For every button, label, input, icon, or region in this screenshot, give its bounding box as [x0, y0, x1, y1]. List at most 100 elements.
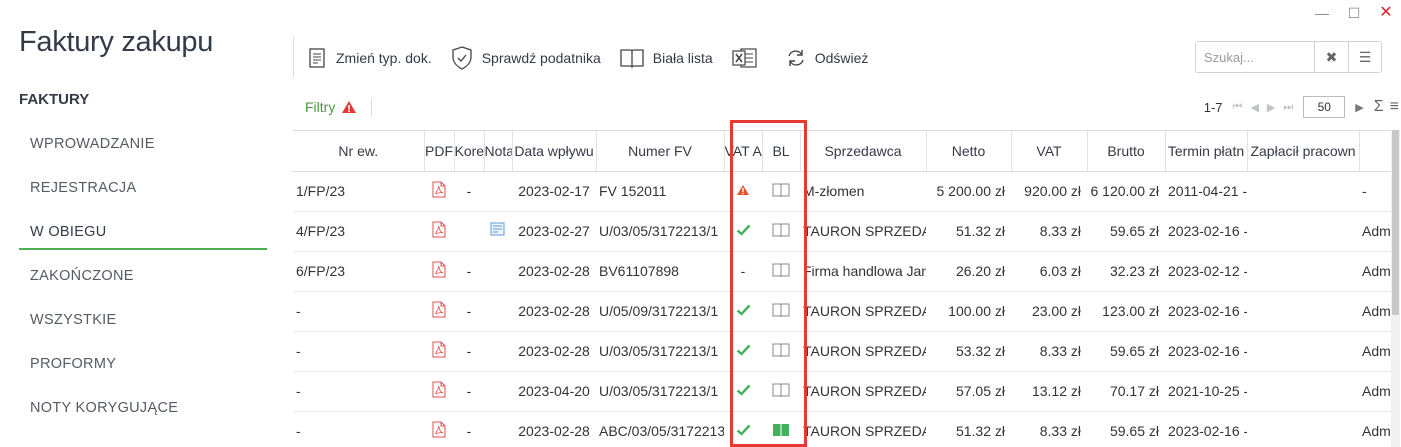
excel-export-button[interactable] [731, 42, 767, 74]
termin-value: 2023-02-12 [1168, 263, 1240, 279]
sidebar-item-rejestracja[interactable]: REJESTRACJA [19, 170, 267, 214]
warning-icon [737, 185, 749, 195]
column-menu-icon[interactable]: ≡ [1390, 98, 1399, 116]
book-icon[interactable] [772, 263, 790, 277]
table-row[interactable]: - -2023-04-20 U/03/05/3172213/1 TAURON SPRZ… [293, 371, 1391, 412]
sidebar-item-proformy[interactable]: PROFORMY [19, 346, 267, 390]
table-row[interactable]: 6/FP/23-2023-02-28 BV61107898- Firma handl… [293, 251, 1391, 292]
sidebar-item-w-obiegu[interactable]: W OBIEGU [19, 214, 267, 258]
column-header[interactable]: Termin płatn [1165, 131, 1248, 172]
column-header[interactable]: VAT A [724, 131, 763, 172]
check-icon [736, 424, 750, 436]
column-header[interactable]: VAT [1011, 131, 1088, 172]
cell-vat-status: - [724, 251, 762, 292]
book-icon[interactable] [772, 303, 790, 317]
page-size-input[interactable]: 50 [1303, 96, 1346, 118]
zaplacil-value: - [1244, 383, 1247, 399]
cell-vat: 13.12 zł [1011, 371, 1087, 412]
next-page-icon[interactable]: ▶ [1267, 101, 1275, 114]
pdf-icon[interactable] [432, 381, 446, 398]
sidebar-item-noty-korygujace[interactable]: NOTY KORYGUJĄCE [19, 390, 267, 434]
zaplacil-value: - [1242, 183, 1247, 199]
table-row[interactable]: - -2023-02-28 ABC/03/05/3172213 TAURON SPRZ… [293, 411, 1391, 447]
vertical-scrollbar[interactable] [1391, 130, 1400, 447]
column-header[interactable]: Brutto [1087, 131, 1166, 172]
scrollbar-thumb[interactable] [1392, 130, 1399, 315]
first-page-icon[interactable]: ⏮ [1233, 101, 1243, 114]
cell-nota [484, 251, 512, 292]
column-header[interactable]: BL [762, 131, 801, 172]
termin-value: 2023-02-16 [1168, 223, 1240, 239]
book-icon[interactable] [772, 383, 790, 397]
book-icon[interactable] [772, 343, 790, 357]
cell-termin: 2011-04-21 - [1165, 171, 1247, 212]
column-header[interactable]: Data wpływu [512, 131, 597, 172]
book-icon[interactable] [772, 183, 790, 197]
cell-korel: - [454, 171, 484, 212]
change-type-label: Zmień typ. dok. [336, 50, 432, 66]
check-taxpayer-button[interactable]: Sprawdź podatnika [450, 42, 601, 74]
menu-icon[interactable]: ☰ [1347, 42, 1381, 72]
pdf-icon[interactable] [432, 181, 446, 198]
cell-pdf [424, 171, 454, 212]
column-header[interactable] [1359, 131, 1391, 172]
pdf-icon[interactable] [432, 261, 446, 278]
maximize-icon[interactable]: ☐ [1347, 4, 1361, 22]
column-header[interactable]: Nota [484, 131, 513, 172]
invoice-table: Nr ew. PDF Korel Nota Data wpływu Numer FV VAT… [293, 131, 1391, 447]
apply-page-size-icon[interactable]: ▶ [1355, 101, 1363, 114]
zaplacil-value: - [1244, 223, 1247, 239]
column-header[interactable]: Korel [454, 131, 485, 172]
white-list-button[interactable]: Biała lista [619, 42, 713, 74]
invoice-grid: Nr ew. PDF Korel Nota Data wpływu Numer FV VAT… [293, 130, 1391, 447]
white-list-label: Biała lista [652, 50, 713, 66]
cell-bl [762, 211, 800, 252]
cell-numer-fv: U/03/05/3172213/1 [596, 331, 724, 372]
cell-vat: 920.00 zł [1011, 171, 1087, 212]
termin-value: 2023-02-16 [1168, 343, 1240, 359]
column-header[interactable]: Sprzedawca [800, 131, 927, 172]
column-header[interactable]: Netto [926, 131, 1012, 172]
pdf-icon[interactable] [432, 341, 446, 358]
cell-numer-fv: ABC/03/05/3172213 [596, 411, 724, 447]
cell-vat-status [724, 211, 762, 252]
pdf-icon[interactable] [432, 221, 446, 238]
book-icon[interactable] [772, 223, 790, 237]
clear-search-icon[interactable]: ✖ [1315, 42, 1348, 72]
sum-icon[interactable]: Σ [1374, 98, 1384, 116]
cell-netto: 100.00 zł [926, 291, 1011, 332]
cell-pdf [424, 411, 454, 447]
change-type-button[interactable]: Zmień typ. dok. [306, 42, 432, 74]
cell-pdf [424, 331, 454, 372]
note-icon[interactable] [490, 222, 506, 237]
cell-pdf [424, 291, 454, 332]
table-row[interactable]: 4/FP/23 2023-02-27 U/03/05/3172213/1 TAURON… [293, 211, 1391, 252]
refresh-button[interactable]: Odśwież [785, 42, 868, 74]
cell-extra: Adm [1359, 371, 1391, 412]
sidebar-item-wszystkie[interactable]: WSZYSTKIE [19, 302, 267, 346]
column-header[interactable]: Nr ew. [293, 131, 425, 172]
prev-page-icon[interactable]: ◀ [1250, 101, 1258, 114]
warning-icon [342, 101, 357, 113]
sidebar-item-zakonczone[interactable]: ZAKOŃCZONE [19, 258, 267, 302]
last-page-icon[interactable]: ⏭ [1283, 101, 1293, 114]
zaplacil-value: - [1244, 263, 1247, 279]
search-input[interactable] [1196, 42, 1315, 72]
pdf-icon[interactable] [432, 301, 446, 318]
table-row[interactable]: - -2023-02-28 U/05/09/3172213/1 TAURON SPRZ… [293, 291, 1391, 332]
sidebar-item-wprowadzanie[interactable]: WPROWADZANIE [19, 126, 267, 170]
table-row[interactable]: - -2023-02-28 U/03/05/3172213/1 TAURON SPRZ… [293, 331, 1391, 372]
table-row[interactable]: 1/FP/23-2023-02-17 FV 152011 M-złomen 5 200… [293, 171, 1391, 212]
column-header[interactable]: Numer FV [596, 131, 725, 172]
filters-toggle[interactable]: Filtry [305, 98, 373, 116]
book-green-icon[interactable] [772, 423, 790, 437]
minimize-icon[interactable]: — [1315, 4, 1329, 22]
pdf-icon[interactable] [432, 421, 446, 438]
document-list-icon [309, 48, 325, 68]
cell-brutto: 59.65 zł [1087, 331, 1165, 372]
close-icon[interactable]: ✕ [1379, 4, 1393, 22]
termin-value: 2023-02-16 [1168, 423, 1240, 439]
column-header[interactable]: PDF [424, 131, 455, 172]
column-header[interactable]: Zapłacił pracown [1247, 131, 1360, 172]
cell-nr-ew: 6/FP/23 [293, 251, 424, 292]
